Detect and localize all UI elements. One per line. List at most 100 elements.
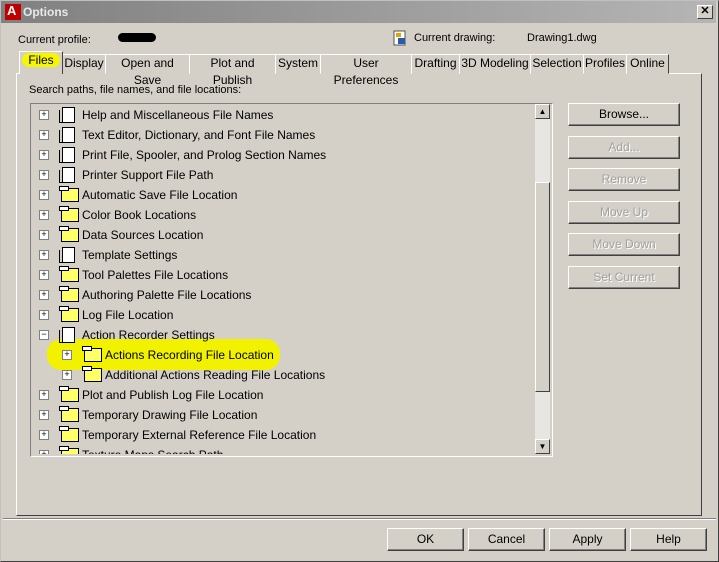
folder-icon xyxy=(59,286,79,302)
browse-button[interactable]: Browse... xyxy=(568,103,680,126)
tree-item-label: Log File Location xyxy=(82,308,174,322)
tree-item-label: Additional Actions Reading File Location… xyxy=(105,368,326,382)
footer-separator xyxy=(3,518,716,520)
ok-button[interactable]: OK xyxy=(387,528,464,551)
tree-item-label: Text Editor, Dictionary, and Font File N… xyxy=(82,128,316,142)
tree-item[interactable]: + Template Settings xyxy=(31,245,535,265)
redacted-profile-name xyxy=(118,33,156,42)
tree-item-label: Print File, Spooler, and Prolog Section … xyxy=(82,148,327,162)
tab-user-preferences[interactable]: User Preferences xyxy=(320,54,412,87)
tab-drafting[interactable]: Drafting xyxy=(411,54,460,74)
folder-icon xyxy=(59,186,79,202)
expand-icon[interactable]: + xyxy=(39,170,49,180)
tab-plot-and-publish[interactable]: Plot and Publish xyxy=(189,54,276,87)
tree-item-label: Automatic Save File Location xyxy=(82,188,238,202)
cancel-button[interactable]: Cancel xyxy=(468,528,545,551)
tab-system[interactable]: System xyxy=(275,54,321,74)
folder-icon xyxy=(59,446,79,454)
tree-item-label: Color Book Locations xyxy=(82,208,197,222)
tree-item[interactable]: + Tool Palettes File Locations xyxy=(31,265,535,285)
scroll-up-button[interactable]: ▲ xyxy=(535,104,550,119)
help-button[interactable]: Help xyxy=(630,528,707,551)
expand-icon[interactable]: + xyxy=(39,150,49,160)
tab-selection[interactable]: Selection xyxy=(530,54,584,74)
remove-button[interactable]: Remove xyxy=(568,168,680,191)
tree-item[interactable]: + Authoring Palette File Locations xyxy=(31,285,535,305)
autocad-app-icon: A xyxy=(5,3,21,20)
current-profile-label: Current profile: xyxy=(18,34,91,46)
expand-icon[interactable]: + xyxy=(39,110,49,120)
tab-3d-modeling[interactable]: 3D Modeling xyxy=(459,54,531,74)
folder-icon xyxy=(59,426,79,442)
window-title: Options xyxy=(23,5,69,19)
tree-item[interactable]: + Log File Location xyxy=(31,305,535,325)
tab-display[interactable]: Display xyxy=(62,54,106,74)
tree-item-label: Action Recorder Settings xyxy=(82,328,215,342)
tree-item[interactable]: + Additional Actions Reading File Locatio… xyxy=(31,365,535,385)
apply-button[interactable]: Apply xyxy=(549,528,626,551)
tab-profiles[interactable]: Profiles xyxy=(583,54,627,74)
folder-icon xyxy=(59,386,79,402)
tree-item[interactable]: + Plot and Publish Log File Location xyxy=(31,385,535,405)
document-icon xyxy=(59,327,75,343)
tree-item-label: Authoring Palette File Locations xyxy=(82,288,252,302)
collapse-icon[interactable]: − xyxy=(39,330,49,340)
expand-icon[interactable]: + xyxy=(39,310,49,320)
tree-item[interactable]: + Temporary Drawing File Location xyxy=(31,405,535,425)
tree-item-label: Plot and Publish Log File Location xyxy=(82,388,264,402)
expand-icon[interactable]: + xyxy=(39,390,49,400)
tree-item[interactable]: + Color Book Locations xyxy=(31,205,535,225)
expand-icon[interactable]: + xyxy=(39,270,49,280)
expand-icon[interactable]: + xyxy=(39,430,49,440)
folder-icon xyxy=(59,266,79,282)
tree-item[interactable]: + Texture Maps Search Path xyxy=(31,445,535,454)
tree-item[interactable]: + Actions Recording File Location xyxy=(31,345,535,365)
tree-item[interactable]: + Automatic Save File Location xyxy=(31,185,535,205)
document-icon xyxy=(59,167,75,183)
tree-item-label: Template Settings xyxy=(82,248,178,262)
document-icon xyxy=(59,147,75,163)
tree-item-label: Temporary External Reference File Locati… xyxy=(82,428,317,442)
tree-item[interactable]: + Data Sources Location xyxy=(31,225,535,245)
title-bar[interactable]: A Options ✕ xyxy=(1,1,716,23)
document-icon xyxy=(59,107,75,123)
expand-icon[interactable]: + xyxy=(39,210,49,220)
tree-item[interactable]: + Text Editor, Dictionary, and Font File … xyxy=(31,125,535,145)
scroll-thumb[interactable] xyxy=(535,182,550,392)
folder-icon xyxy=(59,226,79,242)
tree-item-label: Help and Miscellaneous File Names xyxy=(82,108,274,122)
tree-item-label: Temporary Drawing File Location xyxy=(82,408,258,422)
folder-icon xyxy=(82,346,102,362)
expand-icon[interactable]: + xyxy=(39,130,49,140)
document-icon xyxy=(59,247,75,263)
close-button[interactable]: ✕ xyxy=(697,5,713,19)
drawing-file-icon xyxy=(393,30,406,46)
expand-icon[interactable]: + xyxy=(39,410,49,420)
expand-icon[interactable]: + xyxy=(39,450,49,454)
scroll-down-button[interactable]: ▼ xyxy=(535,439,550,454)
add-button[interactable]: Add... xyxy=(568,136,680,159)
tree-item[interactable]: − Action Recorder Settings xyxy=(31,325,535,345)
tree-vertical-scrollbar[interactable]: ▲ ▼ xyxy=(535,104,550,454)
expand-icon[interactable]: + xyxy=(39,190,49,200)
tree-item-label: Tool Palettes File Locations xyxy=(82,268,229,282)
current-drawing-label: Current drawing: xyxy=(414,32,496,44)
move-up-button[interactable]: Move Up xyxy=(568,201,680,224)
tree-heading: Search paths, file names, and file locat… xyxy=(29,84,242,96)
tab-online[interactable]: Online xyxy=(626,54,669,74)
tab-open-and-save[interactable]: Open and Save xyxy=(105,54,190,87)
tree-item[interactable]: + Temporary External Reference File Locat… xyxy=(31,425,535,445)
set-current-button[interactable]: Set Current xyxy=(568,266,680,289)
tree-item[interactable]: + Help and Miscellaneous File Names xyxy=(31,105,535,125)
document-icon xyxy=(59,127,75,143)
expand-icon[interactable]: + xyxy=(39,250,49,260)
expand-icon[interactable]: + xyxy=(39,290,49,300)
expand-icon[interactable]: + xyxy=(62,370,72,380)
tab-files[interactable]: Files xyxy=(19,51,63,74)
tree-item-label: Actions Recording File Location xyxy=(105,348,274,362)
tree-item[interactable]: + Print File, Spooler, and Prolog Section… xyxy=(31,145,535,165)
expand-icon[interactable]: + xyxy=(39,230,49,240)
tree-item[interactable]: + Printer Support File Path xyxy=(31,165,535,185)
expand-icon[interactable]: + xyxy=(62,350,72,360)
move-down-button[interactable]: Move Down xyxy=(568,233,680,256)
